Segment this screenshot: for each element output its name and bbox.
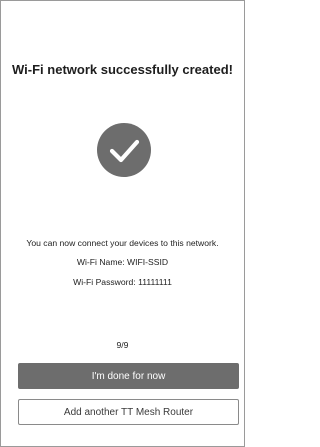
success-message: You can now connect your devices to this…: [26, 238, 219, 248]
page-title: Wi-Fi network successfully created!: [12, 62, 233, 77]
checkmark-circle-icon: [97, 123, 151, 177]
checkmark-graphic: [97, 123, 151, 177]
wifi-name-text: Wi-Fi Name: WIFI-SSID: [76, 257, 169, 267]
wifi-password-text: Wi-Fi Password: 11111111: [73, 277, 172, 287]
setup-complete-screen: Wi-Fi network successfully created! You …: [0, 0, 245, 447]
step-indicator: 9/9: [116, 340, 129, 350]
done-button[interactable]: I'm done for now: [18, 363, 239, 389]
add-router-button[interactable]: Add another TT Mesh Router: [18, 399, 239, 425]
